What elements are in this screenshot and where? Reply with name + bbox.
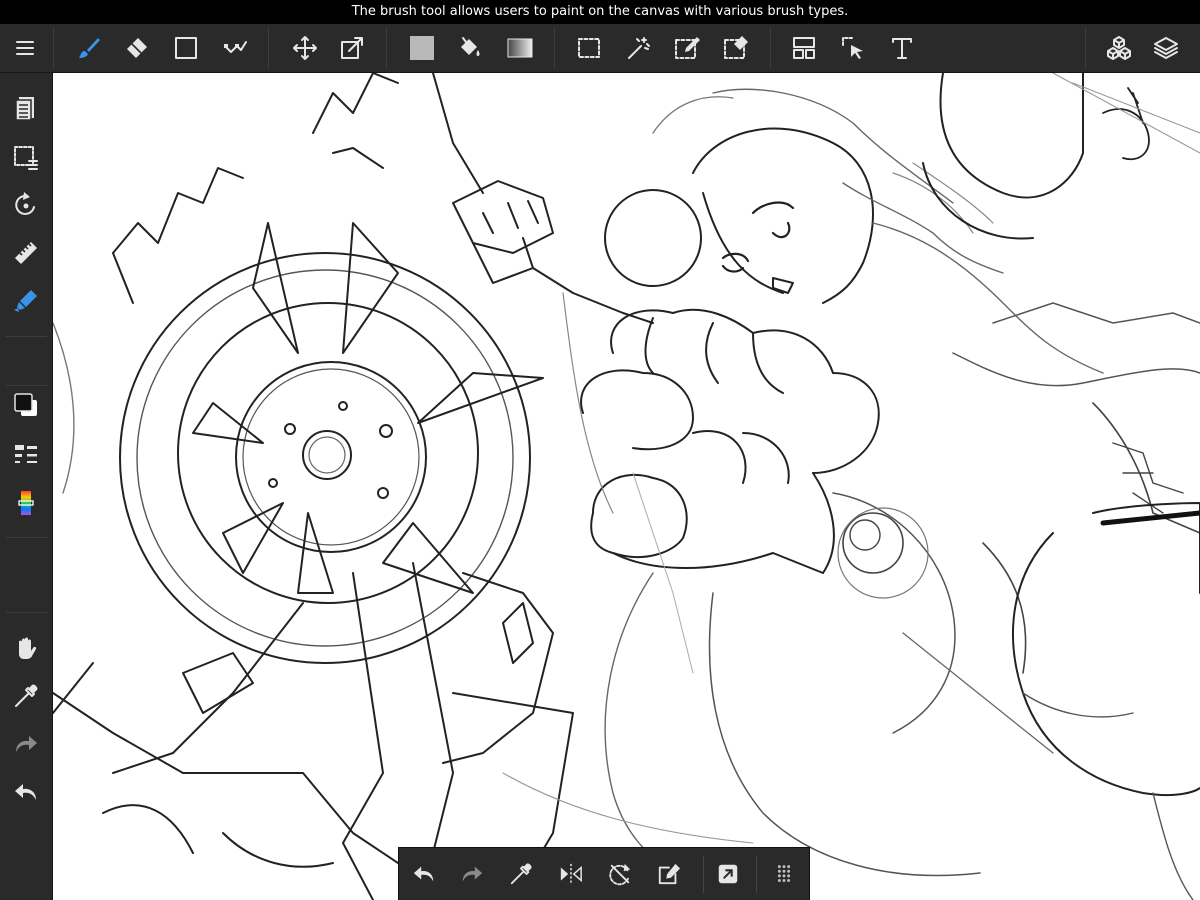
selection-pen-icon — [675, 37, 700, 59]
tooltip-bar: The brush tool allows users to paint on … — [0, 0, 1200, 24]
text-tool-button[interactable] — [884, 30, 920, 66]
external-icon — [718, 864, 738, 884]
redo-icon — [462, 866, 483, 882]
operation-tool-button[interactable] — [835, 30, 871, 66]
ruler-icon — [15, 242, 37, 264]
gradient-tool-button[interactable] — [502, 30, 538, 66]
text-icon — [892, 38, 912, 59]
top-toolbar — [0, 24, 1200, 73]
eyedropper-icon — [510, 863, 532, 885]
undo-icon — [413, 866, 434, 882]
quick-eyedropper-button[interactable] — [503, 856, 539, 892]
fill-tool-button[interactable] — [452, 30, 488, 66]
sketch-artwork — [53, 73, 1200, 900]
divider — [268, 28, 269, 69]
move-tool-button[interactable] — [287, 30, 323, 66]
divider — [770, 28, 771, 69]
reset-rotation-icon — [609, 863, 631, 886]
rotate-icon — [15, 192, 35, 215]
rectangle-icon — [175, 37, 197, 59]
rotate-canvas-button[interactable] — [8, 187, 44, 223]
brush-icon — [79, 38, 100, 58]
cubes-icon — [1107, 36, 1131, 60]
left-sidebar — [0, 73, 53, 900]
selection-layer-icon — [14, 146, 38, 170]
external-button[interactable] — [710, 856, 746, 892]
app-window: The brush tool allows users to paint on … — [0, 0, 1200, 900]
flip-icon — [560, 863, 582, 885]
flip-horizontal-button[interactable] — [553, 856, 589, 892]
selection-tool-button[interactable] — [571, 30, 607, 66]
redo-button[interactable] — [8, 726, 44, 762]
divider — [703, 856, 704, 893]
edit-selection-icon — [658, 863, 681, 885]
magic-wand-icon — [628, 37, 650, 59]
brush-size-icon — [15, 445, 37, 463]
redo-icon — [16, 736, 37, 752]
divider — [53, 28, 54, 69]
eraser-tool-button[interactable] — [119, 30, 155, 66]
selection-eraser-button[interactable] — [718, 30, 754, 66]
page-manager-button[interactable] — [8, 90, 44, 126]
brush-size-button[interactable] — [8, 437, 44, 473]
snap-button[interactable] — [8, 283, 44, 319]
grip-icon — [777, 865, 791, 882]
divider — [386, 28, 387, 69]
frame-divider-icon — [793, 37, 815, 59]
ruler-button[interactable] — [8, 235, 44, 271]
undo-icon — [15, 784, 36, 800]
transform-tool-button[interactable] — [334, 30, 370, 66]
auto-select-button[interactable] — [620, 30, 656, 66]
layers-icon — [1154, 37, 1178, 59]
tooltip-text: The brush tool allows users to paint on … — [351, 4, 849, 19]
move-icon — [293, 36, 317, 60]
divider — [6, 385, 47, 386]
divider — [6, 336, 47, 337]
color-swatch-icon — [14, 393, 37, 416]
fill-swatch-icon — [410, 36, 434, 60]
menu-button[interactable] — [7, 30, 43, 66]
more-options-grip[interactable] — [766, 856, 802, 892]
correction-tool-button[interactable] — [217, 30, 253, 66]
bucket-icon — [461, 37, 480, 56]
selection-eraser-icon — [724, 36, 748, 59]
hand-tool-button[interactable] — [8, 630, 44, 666]
selection-pen-button[interactable] — [669, 30, 705, 66]
color-slider-button[interactable] — [8, 485, 44, 521]
quick-undo-button[interactable] — [406, 856, 442, 892]
divider — [6, 612, 47, 613]
operation-icon — [842, 37, 863, 59]
undo-button[interactable] — [8, 774, 44, 810]
divider — [756, 856, 757, 893]
color-slider-icon — [18, 491, 34, 515]
fill-color-button[interactable] — [404, 30, 440, 66]
frame-divider-button[interactable] — [786, 30, 822, 66]
selection-layer-button[interactable] — [8, 139, 44, 175]
transform-icon — [341, 37, 363, 59]
divider — [1085, 28, 1086, 69]
eraser-icon — [127, 38, 147, 58]
hand-icon — [19, 637, 37, 659]
quick-redo-button[interactable] — [454, 856, 490, 892]
selection-icon — [578, 38, 600, 58]
drawing-canvas[interactable] — [53, 73, 1200, 900]
pages-icon — [15, 97, 34, 121]
divider — [6, 537, 47, 538]
layers-button[interactable] — [1148, 30, 1184, 66]
divider — [554, 28, 555, 69]
color-swatch-button[interactable] — [8, 387, 44, 423]
reset-rotation-button[interactable] — [602, 856, 638, 892]
eyedropper-icon — [15, 684, 38, 707]
transform-selection-button[interactable] — [651, 856, 687, 892]
gradient-icon — [507, 38, 533, 58]
quick-access-bar — [398, 847, 810, 900]
hamburger-icon — [16, 41, 34, 55]
3d-tool-button[interactable] — [1101, 30, 1137, 66]
correction-icon — [224, 41, 247, 53]
brush-tool-button[interactable] — [71, 30, 107, 66]
shape-tool-button[interactable] — [168, 30, 204, 66]
snap-icon — [14, 290, 37, 312]
eyedropper-button[interactable] — [8, 678, 44, 714]
